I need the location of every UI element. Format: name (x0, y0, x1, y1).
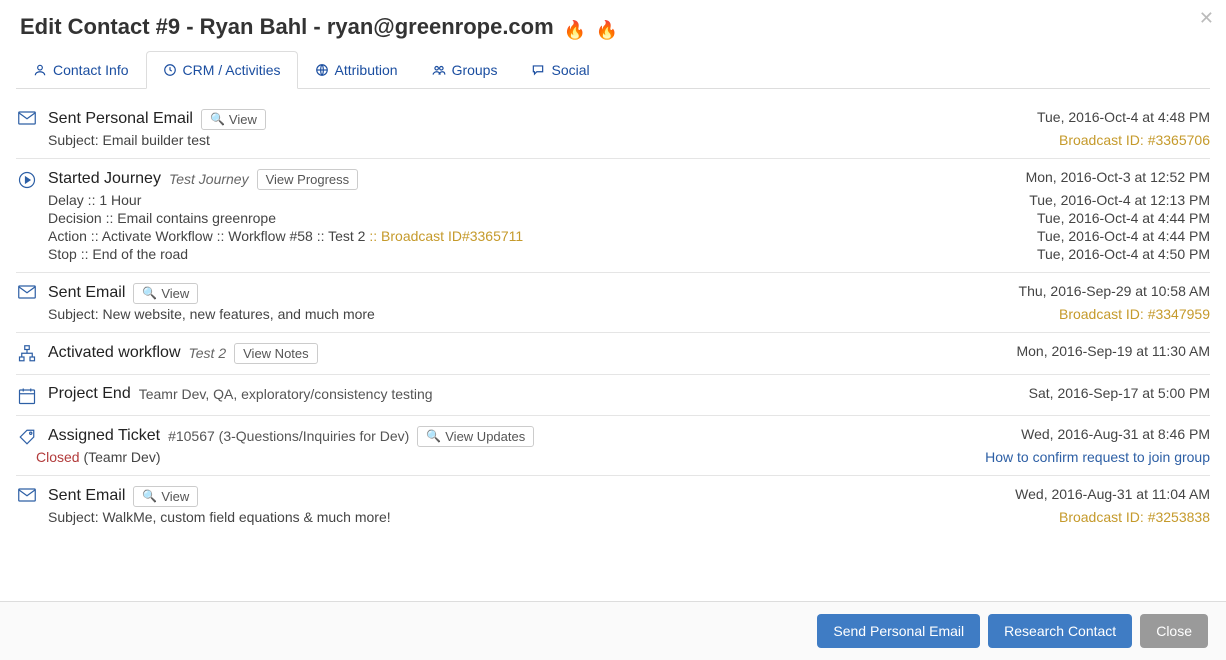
activity-title: Sent Email (48, 284, 125, 302)
view-progress-button[interactable]: View Progress (257, 169, 359, 190)
flame-icon: 🔥 (596, 20, 618, 41)
tab-label: Groups (452, 62, 498, 78)
broadcast-id-inline: :: Broadcast ID#3365711 (369, 228, 523, 244)
envelope-icon (16, 488, 38, 502)
page-title: Edit Contact #9 - Ryan Bahl - ryan@green… (20, 14, 554, 39)
activity-timestamp: Mon, 2016-Oct-3 at 12:52 PM (1026, 169, 1210, 185)
activity-timestamp: Wed, 2016-Aug-31 at 11:04 AM (1015, 486, 1210, 502)
tab-label: Social (551, 62, 589, 78)
activity-timestamp: Thu, 2016-Sep-29 at 10:58 AM (1019, 283, 1210, 299)
ticket-subject-link[interactable]: How to confirm request to join group (985, 449, 1210, 465)
broadcast-id: #3365706 (1148, 132, 1210, 148)
activity-title: Activated workflow (48, 344, 181, 362)
activity-item: Started Journey Test Journey View Progre… (16, 159, 1210, 273)
modal-footer: Send Personal Email Research Contact Clo… (0, 601, 1226, 660)
button-label: View (229, 112, 257, 127)
magnifier-icon: 🔍 (142, 286, 157, 300)
view-button[interactable]: 🔍 View (133, 283, 198, 304)
activity-detail: #10567 (3-Questions/Inquiries for Dev) (168, 428, 409, 444)
activity-detail: Teamr Dev, QA, exploratory/consistency t… (139, 386, 433, 402)
view-updates-button[interactable]: 🔍 View Updates (417, 426, 534, 447)
journey-step: Decision :: Email contains greenrope (48, 210, 276, 226)
activity-timestamp: Tue, 2016-Oct-4 at 4:48 PM (1037, 109, 1210, 125)
activity-item: Assigned Ticket #10567 (3-Questions/Inqu… (16, 416, 1210, 476)
broadcast-label: Broadcast ID: (1059, 306, 1144, 322)
close-icon[interactable]: ✕ (1199, 8, 1214, 29)
workflow-icon (16, 345, 38, 363)
envelope-icon (16, 285, 38, 299)
journey-step-time: Tue, 2016-Oct-4 at 4:44 PM (1037, 228, 1210, 244)
tab-bar: Contact Info CRM / Activities Attributio… (16, 51, 1210, 89)
broadcast-label: Broadcast ID: (1059, 132, 1144, 148)
view-button[interactable]: 🔍 View (133, 486, 198, 507)
activity-subject: New website, new features, and much more (102, 306, 374, 322)
magnifier-icon: 🔍 (210, 112, 225, 126)
activity-icon (163, 63, 177, 77)
activity-subtitle: Test Journey (169, 171, 249, 187)
journey-step-time: Tue, 2016-Oct-4 at 4:50 PM (1037, 246, 1210, 262)
broadcast-id: #3253838 (1148, 509, 1210, 525)
tab-crm-activities[interactable]: CRM / Activities (146, 51, 298, 89)
ticket-status: Closed (36, 449, 80, 465)
groups-icon (432, 63, 446, 77)
tab-label: CRM / Activities (183, 62, 281, 78)
activity-item: Activated workflow Test 2 View Notes Mon… (16, 333, 1210, 375)
activity-timeline: Sent Personal Email 🔍 View Tue, 2016-Oct-… (16, 89, 1210, 535)
view-notes-button[interactable]: View Notes (234, 343, 318, 364)
journey-step: Stop :: End of the road (48, 246, 188, 262)
ticket-status-suffix: (Teamr Dev) (80, 449, 161, 465)
tab-label: Contact Info (53, 62, 129, 78)
activity-timestamp: Wed, 2016-Aug-31 at 8:46 PM (1021, 426, 1210, 442)
modal-header: Edit Contact #9 - Ryan Bahl - ryan@green… (0, 0, 1226, 51)
broadcast-label: Broadcast ID: (1059, 509, 1144, 525)
activity-item: Project End Teamr Dev, QA, exploratory/c… (16, 375, 1210, 416)
magnifier-icon: 🔍 (142, 489, 157, 503)
subject-label: Subject: (48, 132, 99, 148)
button-label: View Progress (266, 172, 350, 187)
flame-icon: 🔥 (564, 20, 586, 41)
activity-title: Project End (48, 385, 131, 403)
button-label: View Updates (445, 429, 525, 444)
calendar-icon (16, 387, 38, 405)
magnifier-icon: 🔍 (426, 429, 441, 443)
activity-title: Assigned Ticket (48, 427, 160, 445)
send-personal-email-button[interactable]: Send Personal Email (817, 614, 980, 648)
activity-item: Sent Email 🔍 View Wed, 2016-Aug-31 at 11:… (16, 476, 1210, 535)
activity-title: Started Journey (48, 170, 161, 188)
ticket-tag-icon (16, 428, 38, 446)
globe-icon (315, 63, 329, 77)
activity-item: Sent Email 🔍 View Thu, 2016-Sep-29 at 10:… (16, 273, 1210, 333)
activity-subject: Email builder test (102, 132, 209, 148)
tab-attribution[interactable]: Attribution (298, 51, 415, 88)
journey-step-time: Tue, 2016-Oct-4 at 4:44 PM (1037, 210, 1210, 226)
tab-social[interactable]: Social (514, 51, 606, 88)
button-label: View Notes (243, 346, 309, 361)
journey-step: Delay :: 1 Hour (48, 192, 141, 208)
tab-label: Attribution (335, 62, 398, 78)
activity-timestamp: Sat, 2016-Sep-17 at 5:00 PM (1029, 385, 1210, 401)
close-button[interactable]: Close (1140, 614, 1208, 648)
envelope-icon (16, 111, 38, 125)
broadcast-id: #3347959 (1148, 306, 1210, 322)
play-circle-icon (16, 171, 38, 189)
activity-title: Sent Personal Email (48, 110, 193, 128)
view-button[interactable]: 🔍 View (201, 109, 266, 130)
subject-label: Subject: (48, 509, 99, 525)
button-label: View (161, 489, 189, 504)
journey-step: Action :: Activate Workflow :: Workflow … (48, 228, 365, 244)
activity-subtitle: Test 2 (189, 345, 227, 361)
activity-title: Sent Email (48, 487, 125, 505)
button-label: View (161, 286, 189, 301)
activity-item: Sent Personal Email 🔍 View Tue, 2016-Oct-… (16, 99, 1210, 159)
tab-contact-info[interactable]: Contact Info (16, 51, 146, 88)
activity-timestamp: Mon, 2016-Sep-19 at 11:30 AM (1016, 343, 1210, 359)
journey-step-time: Tue, 2016-Oct-4 at 12:13 PM (1029, 192, 1210, 208)
chat-bubble-icon (531, 63, 545, 77)
tab-groups[interactable]: Groups (415, 51, 515, 88)
activity-subject: WalkMe, custom field equations & much mo… (102, 509, 390, 525)
person-icon (33, 63, 47, 77)
subject-label: Subject: (48, 306, 99, 322)
research-contact-button[interactable]: Research Contact (988, 614, 1132, 648)
